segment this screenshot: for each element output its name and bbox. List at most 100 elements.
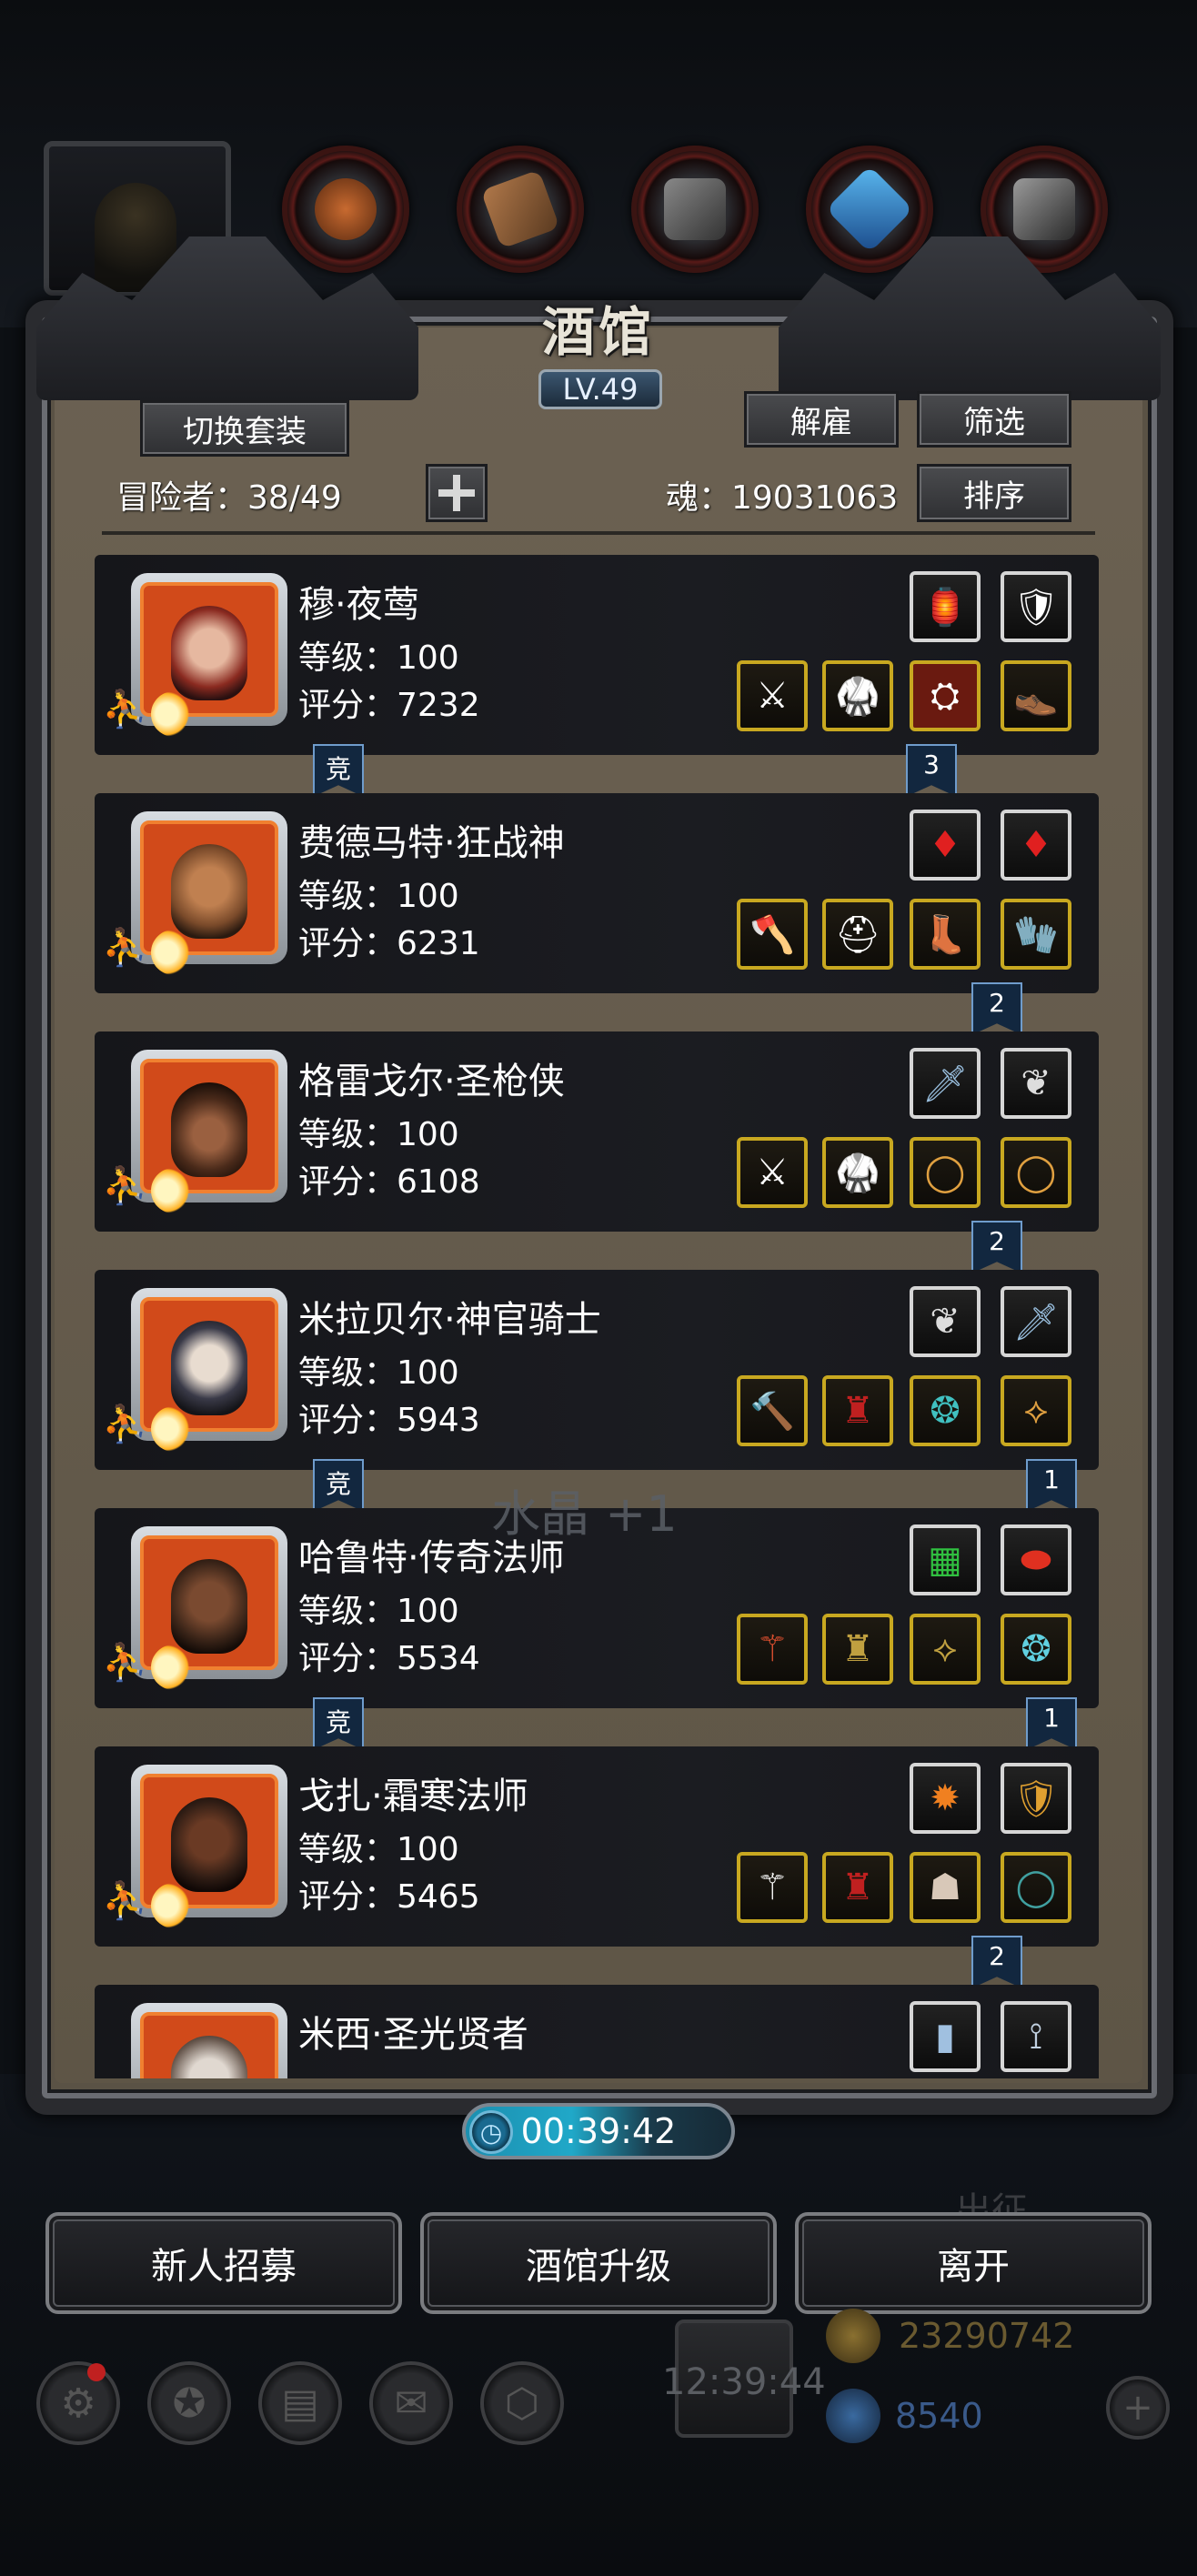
- helmet-icon[interactable]: ⛑: [822, 899, 893, 970]
- shield-icon[interactable]: ⛭: [910, 660, 981, 731]
- settings-icon[interactable]: ⚙: [36, 2361, 120, 2445]
- hero-card[interactable]: ⛹ 米拉贝尔·神官骑士 等级：100 评分：5943 ❦ 🗡 🔨 ♜ ❂ ⟡: [95, 1270, 1099, 1470]
- lantern-icon[interactable]: 🏮: [910, 571, 981, 642]
- achievement-icon[interactable]: ✪: [147, 2361, 231, 2445]
- gold-coin-icon: [826, 2309, 880, 2363]
- codex-icon[interactable]: ▤: [258, 2361, 342, 2445]
- moon-rank-icon: [151, 930, 196, 975]
- add-currency-icon[interactable]: +: [1106, 2376, 1170, 2440]
- staff-icon[interactable]: ⚚: [737, 1614, 808, 1685]
- resource-slot-crystal[interactable]: [806, 146, 933, 273]
- sort-button[interactable]: 排序: [917, 464, 1071, 522]
- gold-amount: 23290742: [899, 2316, 1075, 2356]
- hero-list[interactable]: ⛹ 穆·夜莺 等级：100 评分：7232 🏮 🛡 ⚔ 🥋 ⛭ 👞 竞 3 ⛹ …: [95, 546, 1099, 2078]
- rank-ribbon: 1: [1026, 1697, 1077, 1750]
- running-figure-icon: ⛹: [102, 689, 147, 730]
- pendant-icon[interactable]: ⟟: [1001, 2001, 1071, 2072]
- hero-face: [171, 1082, 247, 1177]
- resource-slot-wood[interactable]: [457, 146, 584, 273]
- ring-icon[interactable]: ◯: [910, 1137, 981, 1208]
- soul-count: 魂：19031063: [666, 479, 899, 517]
- crest-icon[interactable]: 🛡: [1001, 571, 1071, 642]
- hero-name: 戈扎·霜寒法师: [298, 1776, 528, 1817]
- hero-score: 评分：6231: [298, 925, 480, 962]
- hero-card[interactable]: ⛹ 格雷戈尔·圣枪侠 等级：100 评分：6108 🗡 ❦ ⚔ 🥋 ◯ ◯: [95, 1031, 1099, 1232]
- blade-icon[interactable]: 🗡: [910, 1048, 981, 1119]
- hero-score: 评分：5943: [298, 1402, 480, 1439]
- hero-card[interactable]: ⛹ 穆·夜莺 等级：100 评分：7232 🏮 🛡 ⚔ 🥋 ⛭ 👞: [95, 555, 1099, 755]
- iron-icon: [1013, 178, 1075, 240]
- running-figure-icon: ⛹: [102, 1404, 147, 1445]
- timer-text: 00:39:42: [520, 2111, 677, 2151]
- moon-rank-icon: [151, 1883, 196, 1928]
- tavern-level-badge: LV.49: [538, 369, 662, 409]
- armor-icon[interactable]: 🥋: [822, 1137, 893, 1208]
- robe-icon[interactable]: ♜: [822, 1375, 893, 1446]
- tavern-upgrade-button[interactable]: 酒馆升级: [420, 2212, 777, 2314]
- feather-icon[interactable]: ❦: [1001, 1048, 1071, 1119]
- hero-level: 等级：100: [298, 1593, 459, 1630]
- floating-reward-text: 水晶 +1: [491, 1485, 678, 1543]
- blade-icon[interactable]: 🗡: [1001, 1286, 1071, 1357]
- hero-card[interactable]: ⛹ 费德马特·狂战神 等级：100 评分：6231 ♦ ♦ 🪓 ⛑ 👢 🧤: [95, 793, 1099, 993]
- crest-icon[interactable]: 🛡: [1001, 1763, 1071, 1834]
- hero-card[interactable]: ⛹ 戈扎·霜寒法师 等级：100 评分：5465 ✹ 🛡 ⚚ ♜ ☗ ◯: [95, 1746, 1099, 1947]
- hammer-icon[interactable]: 🔨: [737, 1375, 808, 1446]
- spear-icon[interactable]: ⚔: [737, 660, 808, 731]
- hero-avatar[interactable]: [131, 2003, 287, 2078]
- gem-icon[interactable]: ⬬: [1001, 1524, 1071, 1595]
- resource-slot-ore[interactable]: [282, 146, 409, 273]
- rune-ring-icon[interactable]: ❂: [1001, 1614, 1071, 1685]
- adventurer-count: 冒险者：38/49: [116, 479, 342, 517]
- hero-face: [171, 1321, 247, 1415]
- mask-icon[interactable]: ☗: [910, 1852, 981, 1923]
- filter-button[interactable]: 筛选: [917, 391, 1071, 448]
- rank-ribbon: 3: [906, 744, 957, 797]
- ring-icon[interactable]: ◯: [1001, 1137, 1071, 1208]
- axe-icon[interactable]: 🪓: [737, 899, 808, 970]
- running-figure-icon: ⛹: [102, 1165, 147, 1207]
- amulet-icon[interactable]: ❂: [910, 1375, 981, 1446]
- moon-rank-icon: [151, 1406, 196, 1452]
- dismiss-button[interactable]: 解雇: [744, 391, 899, 448]
- hero-card[interactable]: 米西·圣光贤者 ▮ ⟟: [95, 1985, 1099, 2078]
- add-adventurer-slot-button[interactable]: [426, 464, 488, 522]
- rank-ribbon: 2: [971, 982, 1022, 1035]
- hero-score: 评分：5465: [298, 1878, 480, 1916]
- stone-icon: [664, 178, 726, 240]
- guild-icon[interactable]: ⬡: [480, 2361, 564, 2445]
- staff-icon[interactable]: ⚚: [737, 1852, 808, 1923]
- fire-orb-icon[interactable]: ✹: [910, 1763, 981, 1834]
- hero-level: 等级：100: [298, 639, 459, 677]
- header-divider: [102, 531, 1095, 535]
- recruit-button[interactable]: 新人招募: [45, 2212, 402, 2314]
- leave-button[interactable]: 离开: [795, 2212, 1152, 2314]
- switch-outfit-button[interactable]: 切换套装: [140, 400, 349, 457]
- ring-icon[interactable]: ◯: [1001, 1852, 1071, 1923]
- mail-icon[interactable]: ✉: [369, 2361, 453, 2445]
- gloves-icon[interactable]: 🧤: [1001, 899, 1071, 970]
- resource-slot-stone[interactable]: [631, 146, 759, 273]
- tome-icon[interactable]: ▮: [910, 2001, 981, 2072]
- ruby-icon[interactable]: ♦: [1001, 810, 1071, 880]
- hood-icon[interactable]: ♜: [822, 1614, 893, 1685]
- wood-icon: [480, 169, 560, 249]
- boots-icon[interactable]: 👞: [1001, 660, 1071, 731]
- necklace-icon[interactable]: ⟡: [1001, 1375, 1071, 1446]
- ruby-icon[interactable]: ♦: [910, 810, 981, 880]
- feather-icon[interactable]: ❦: [910, 1286, 981, 1357]
- spellbook-icon[interactable]: ▦: [910, 1524, 981, 1595]
- hero-name: 穆·夜莺: [298, 584, 419, 626]
- hero-face: [171, 606, 247, 700]
- rifle-icon[interactable]: ⚔: [737, 1137, 808, 1208]
- hero-score: 评分：7232: [298, 687, 480, 724]
- robe-icon[interactable]: ♜: [822, 1852, 893, 1923]
- clock-readout: 12:39:44: [662, 2361, 826, 2403]
- hero-level: 等级：100: [298, 1354, 459, 1392]
- boots-icon[interactable]: 👢: [910, 899, 981, 970]
- hero-name: 米西·圣光贤者: [298, 2014, 528, 2056]
- moon-rank-icon: [151, 1168, 196, 1213]
- hero-level: 等级：100: [298, 1116, 459, 1153]
- armor-icon[interactable]: 🥋: [822, 660, 893, 731]
- necklace-icon[interactable]: ⟡: [910, 1614, 981, 1685]
